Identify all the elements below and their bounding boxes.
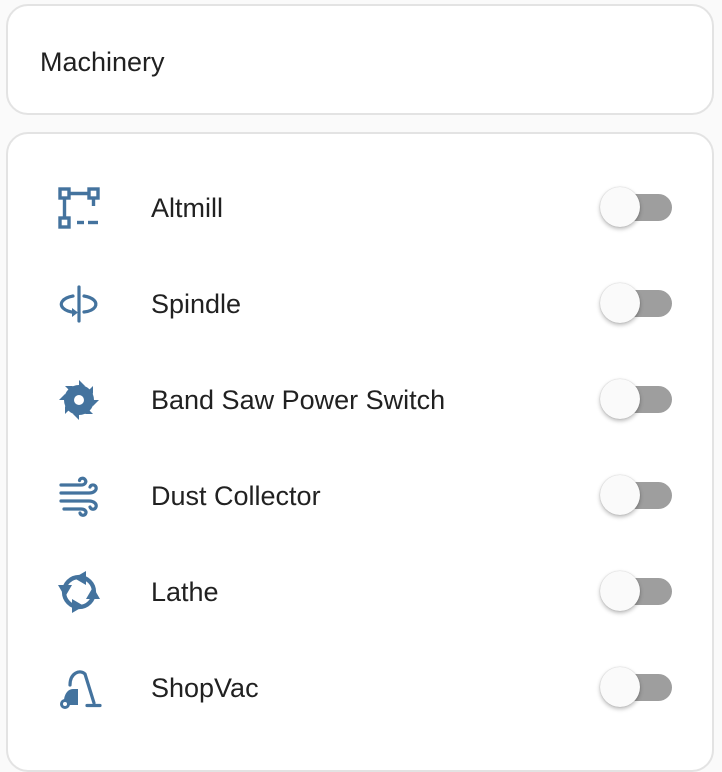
toggle-thumb[interactable] — [600, 475, 640, 515]
spindle-toggle[interactable] — [600, 282, 674, 326]
shopvac-toggle[interactable] — [600, 666, 674, 710]
toggle-thumb[interactable] — [600, 379, 640, 419]
entity-label[interactable]: Lathe — [151, 574, 219, 610]
entity-row-dust-collector: Dust Collector — [8, 448, 712, 544]
entity-row-lathe: Lathe — [8, 544, 712, 640]
entity-label[interactable]: Band Saw Power Switch — [151, 382, 445, 418]
rotate-arrows-icon[interactable] — [56, 569, 102, 615]
entity-label[interactable]: Spindle — [151, 286, 241, 322]
band-saw-toggle[interactable] — [600, 378, 674, 422]
toggle-thumb[interactable] — [600, 283, 640, 323]
entity-row-altmill: Altmill — [8, 160, 712, 256]
entity-label[interactable]: Altmill — [151, 190, 223, 226]
weather-windy-icon[interactable] — [56, 473, 102, 519]
toggle-thumb[interactable] — [600, 187, 640, 227]
entity-row-shopvac: ShopVac — [8, 640, 712, 736]
entity-row-spindle: Spindle — [8, 256, 712, 352]
altmill-toggle[interactable] — [600, 186, 674, 230]
vacuum-cleaner-icon[interactable] — [56, 665, 102, 711]
entity-label[interactable]: Dust Collector — [151, 478, 321, 514]
entity-row-band-saw: Band Saw Power Switch — [8, 352, 712, 448]
saw-blade-icon[interactable] — [56, 377, 102, 423]
vector-square-icon[interactable] — [56, 185, 102, 231]
header-card: Machinery — [6, 4, 714, 115]
entity-label[interactable]: ShopVac — [151, 670, 259, 706]
lathe-toggle[interactable] — [600, 570, 674, 614]
entities-card: Altmill Spindle Band Saw Power Switch Du… — [6, 132, 714, 772]
toggle-thumb[interactable] — [600, 667, 640, 707]
axis-rotate-icon[interactable] — [56, 281, 102, 327]
dust-collector-toggle[interactable] — [600, 474, 674, 518]
card-title: Machinery — [40, 47, 165, 77]
toggle-thumb[interactable] — [600, 571, 640, 611]
